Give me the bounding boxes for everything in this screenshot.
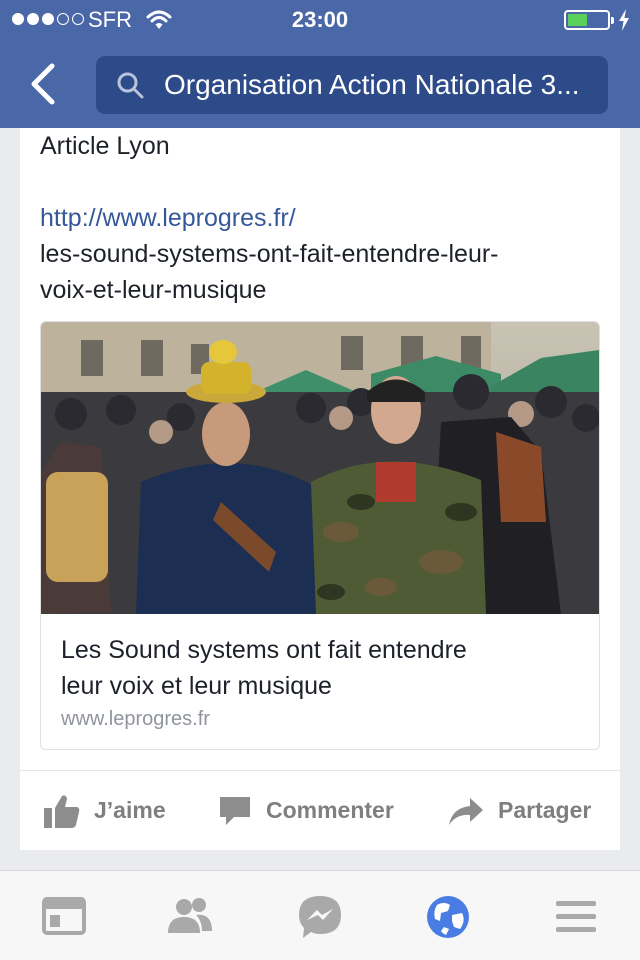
top-bar: SFR 23:00 Organisation Action Nationale …: [0, 0, 640, 128]
post-link[interactable]: http://www.leprogres.fr/: [40, 200, 600, 236]
preview-title: Les Sound systems ont fait entendre leur…: [61, 636, 467, 700]
post-link-continued[interactable]: les-sound-systems-ont-fait-entendre-leur…: [40, 236, 600, 272]
post-text-line: Article Lyon: [40, 132, 170, 160]
thumbs-up-icon: [44, 794, 80, 828]
friend-requests-icon[interactable]: [166, 893, 214, 941]
more-menu-icon[interactable]: [552, 893, 600, 941]
preview-domain: www.leprogres.fr: [61, 708, 210, 730]
like-label: J’aime: [94, 797, 166, 823]
news-feed-icon[interactable]: [40, 893, 88, 941]
charging-icon: [619, 9, 629, 31]
post-card: Article Lyon http://www.leprogres.fr/ le…: [20, 128, 620, 850]
link-preview[interactable]: Les Sound systems ont fait entendre leur…: [40, 321, 600, 750]
search-field[interactable]: Organisation Action Nationale 3...: [96, 56, 608, 114]
comment-icon: [220, 796, 250, 825]
messenger-icon[interactable]: [296, 893, 344, 941]
notifications-globe-icon[interactable]: [424, 893, 472, 941]
bottom-tab-bar: [0, 870, 640, 960]
comment-button[interactable]: Commenter: [218, 771, 394, 850]
search-icon: [117, 72, 144, 99]
status-bar: SFR 23:00: [0, 0, 640, 40]
search-query: Organisation Action Nationale 3...: [164, 69, 580, 100]
post-message: Article Lyon http://www.leprogres.fr/ le…: [40, 128, 600, 308]
post-link-continued[interactable]: voix-et-leur-musique: [40, 272, 600, 308]
share-button[interactable]: Partager: [448, 771, 591, 850]
back-button[interactable]: [24, 62, 64, 106]
post-actions: J’aime Commenter Partager: [20, 771, 620, 850]
preview-photo: [41, 322, 599, 614]
comment-label: Commenter: [266, 797, 394, 823]
clock: 23:00: [291, 7, 349, 32]
share-label: Partager: [498, 797, 592, 823]
battery-icon: [564, 10, 614, 30]
share-arrow-icon: [449, 797, 483, 825]
like-button[interactable]: J’aime: [44, 771, 166, 850]
